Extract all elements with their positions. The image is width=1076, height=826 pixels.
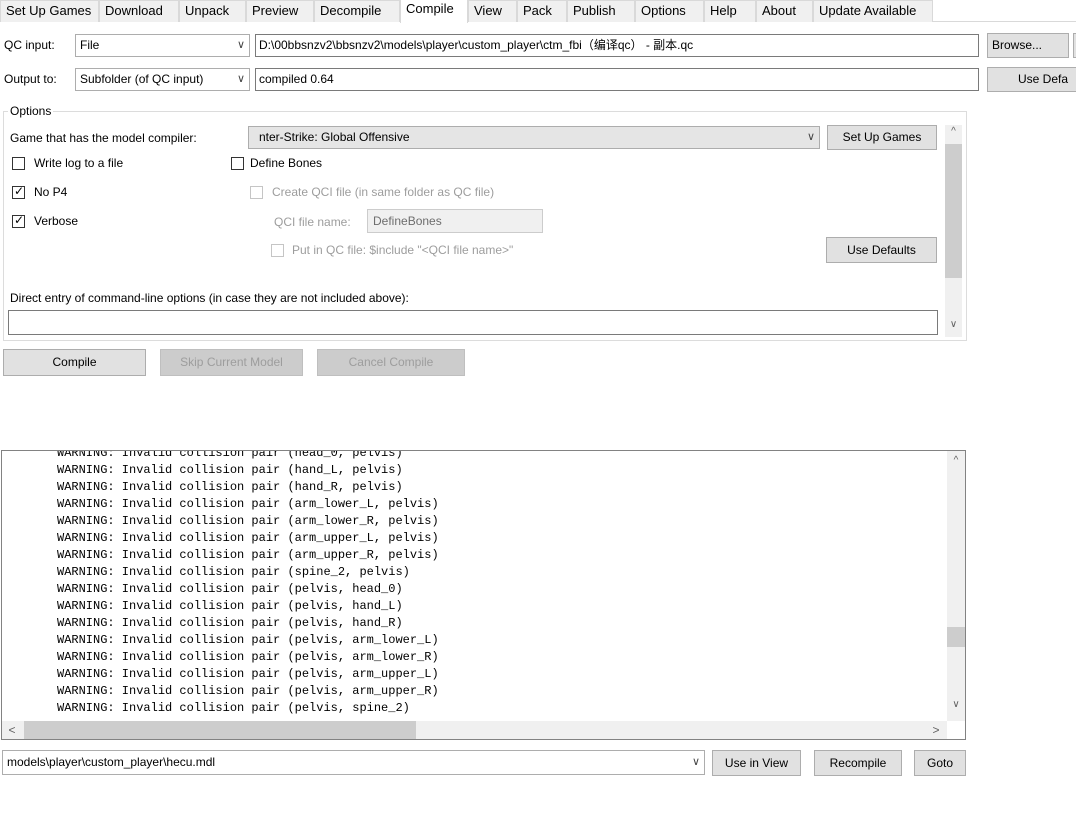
log-line: WARNING: Invalid collision pair (pelvis,… — [57, 633, 439, 647]
output-subfolder-field[interactable]: compiled 0.64 — [255, 68, 979, 91]
tab-options[interactable]: Options — [635, 0, 704, 22]
chevron-down-icon: ∨ — [691, 756, 700, 768]
skip-current-model-button[interactable]: Skip Current Model — [160, 349, 303, 376]
qci-file-name-field[interactable]: DefineBones — [367, 209, 543, 233]
tab-update-available[interactable]: Update Available — [813, 0, 933, 22]
log-vertical-scrollbar-thumb[interactable] — [947, 627, 965, 647]
arrow-up-icon[interactable]: ^ — [947, 455, 965, 471]
define-bones-checkbox[interactable] — [231, 157, 244, 170]
arrow-up-icon[interactable]: ^ — [945, 126, 962, 142]
log-line: WARNING: Invalid collision pair (arm_upp… — [57, 548, 439, 562]
recompile-button[interactable]: Recompile — [814, 750, 902, 776]
output-use-defaults-button[interactable]: Use Defa — [987, 67, 1076, 92]
arrow-left-icon[interactable]: < — [4, 721, 20, 739]
options-group-title: Options — [8, 104, 54, 118]
log-line: WARNING: Invalid collision pair (pelvis,… — [57, 667, 439, 681]
qci-file-name-label: QCI file name: — [274, 215, 351, 229]
put-in-qc-label: Put in QC file: $include "<QCI file name… — [292, 243, 514, 257]
arrow-right-icon[interactable]: > — [928, 721, 944, 739]
log-line: WARNING: Invalid collision pair (arm_low… — [57, 497, 439, 511]
qc-input-mode-value: File — [80, 38, 100, 52]
cancel-compile-button[interactable]: Cancel Compile — [317, 349, 465, 376]
output-to-label: Output to: — [4, 72, 57, 86]
log-line: WARNING: Invalid collision pair (pelvis,… — [57, 616, 403, 630]
verbose-checkbox[interactable]: ✓ — [12, 213, 25, 228]
no-p4-label: No P4 — [34, 185, 68, 199]
tab-publish[interactable]: Publish — [567, 0, 635, 22]
use-in-view-button[interactable]: Use in View — [712, 750, 801, 776]
create-qci-checkbox[interactable] — [250, 186, 263, 199]
options-scrollbar-thumb[interactable] — [945, 144, 962, 278]
arrow-down-icon[interactable]: ∨ — [945, 319, 962, 335]
define-bones-label: Define Bones — [250, 156, 323, 170]
log-line: WARNING: Invalid collision pair (pelvis,… — [57, 684, 439, 698]
output-mode-value: Subfolder (of QC input) — [80, 72, 204, 86]
tab-unpack[interactable]: Unpack — [179, 0, 246, 22]
tab-decompile[interactable]: Decompile — [314, 0, 400, 22]
log-line: WARNING: Invalid collision pair (arm_upp… — [57, 531, 439, 545]
log-line: WARNING: Invalid collision pair (hand_L,… — [57, 463, 403, 477]
chevron-down-icon: ∨ — [806, 131, 815, 143]
compile-button[interactable]: Compile — [3, 349, 146, 376]
log-vertical-scrollbar[interactable] — [947, 451, 965, 721]
log-horizontal-scrollbar-thumb[interactable] — [24, 721, 416, 739]
set-up-games-button[interactable]: Set Up Games — [827, 125, 937, 150]
browse-button[interactable]: Browse... — [987, 33, 1069, 58]
tab-download[interactable]: Download — [99, 0, 179, 22]
checkmark-icon: ✓ — [14, 184, 25, 198]
log-line: WARNING: Invalid collision pair (arm_low… — [57, 514, 439, 528]
compiled-model-path: models\player\custom_player\hecu.mdl — [7, 755, 216, 769]
create-qci-label: Create QCI file (in same folder as QC fi… — [272, 185, 495, 199]
game-compiler-value: nter-Strike: Global Offensive — [259, 130, 410, 144]
log-line: WARNING: Invalid collision pair (pelvis,… — [57, 582, 403, 596]
options-use-defaults-button[interactable]: Use Defaults — [826, 237, 937, 263]
log-line: WARNING: Invalid collision pair (spine_2… — [57, 565, 410, 579]
qc-input-label: QC input: — [4, 38, 55, 52]
log-line: WARNING: Invalid collision pair (hand_R,… — [57, 480, 403, 494]
write-log-label: Write log to a file — [34, 156, 124, 170]
direct-entry-field[interactable] — [8, 310, 938, 335]
qc-input-mode-dropdown[interactable]: File ∨ — [75, 34, 250, 57]
tab-bar: Set Up Games Download Unpack Preview Dec… — [0, 0, 1076, 23]
tab-set-up-games[interactable]: Set Up Games — [0, 0, 99, 22]
compile-log[interactable]: WARNING: Invalid collision pair (head_0,… — [1, 450, 966, 740]
log-line: WARNING: Invalid collision pair (head_0,… — [57, 450, 403, 460]
put-in-qc-checkbox[interactable] — [271, 244, 284, 257]
write-log-checkbox[interactable] — [12, 157, 25, 170]
tab-help[interactable]: Help — [704, 0, 756, 22]
goto-button[interactable]: Goto — [914, 750, 966, 776]
tab-compile[interactable]: Compile — [400, 0, 468, 23]
tab-pack[interactable]: Pack — [517, 0, 567, 22]
tab-view[interactable]: View — [468, 0, 517, 22]
log-line: WARNING: Invalid collision pair (pelvis,… — [57, 701, 410, 715]
output-mode-dropdown[interactable]: Subfolder (of QC input) ∨ — [75, 68, 250, 91]
chevron-down-icon: ∨ — [236, 39, 245, 51]
checkmark-icon: ✓ — [14, 213, 25, 227]
chevron-down-icon: ∨ — [236, 73, 245, 85]
log-line: WARNING: Invalid collision pair (pelvis,… — [57, 599, 403, 613]
tab-preview[interactable]: Preview — [246, 0, 314, 22]
arrow-down-icon[interactable]: ∨ — [947, 699, 965, 715]
game-compiler-label: Game that has the model compiler: — [10, 131, 197, 145]
game-compiler-dropdown[interactable]: nter-Strike: Global Offensive ∨ — [248, 126, 820, 149]
verbose-label: Verbose — [34, 214, 79, 228]
compiled-model-dropdown[interactable]: models\player\custom_player\hecu.mdl ∨ — [2, 750, 705, 775]
log-line: WARNING: Invalid collision pair (pelvis,… — [57, 650, 439, 664]
direct-entry-label: Direct entry of command-line options (in… — [10, 291, 409, 305]
no-p4-checkbox[interactable]: ✓ — [12, 184, 25, 199]
qc-input-path-field[interactable]: D:\00bbsnzv2\bbsnzv2\models\player\custo… — [255, 34, 979, 57]
tab-about[interactable]: About — [756, 0, 813, 22]
